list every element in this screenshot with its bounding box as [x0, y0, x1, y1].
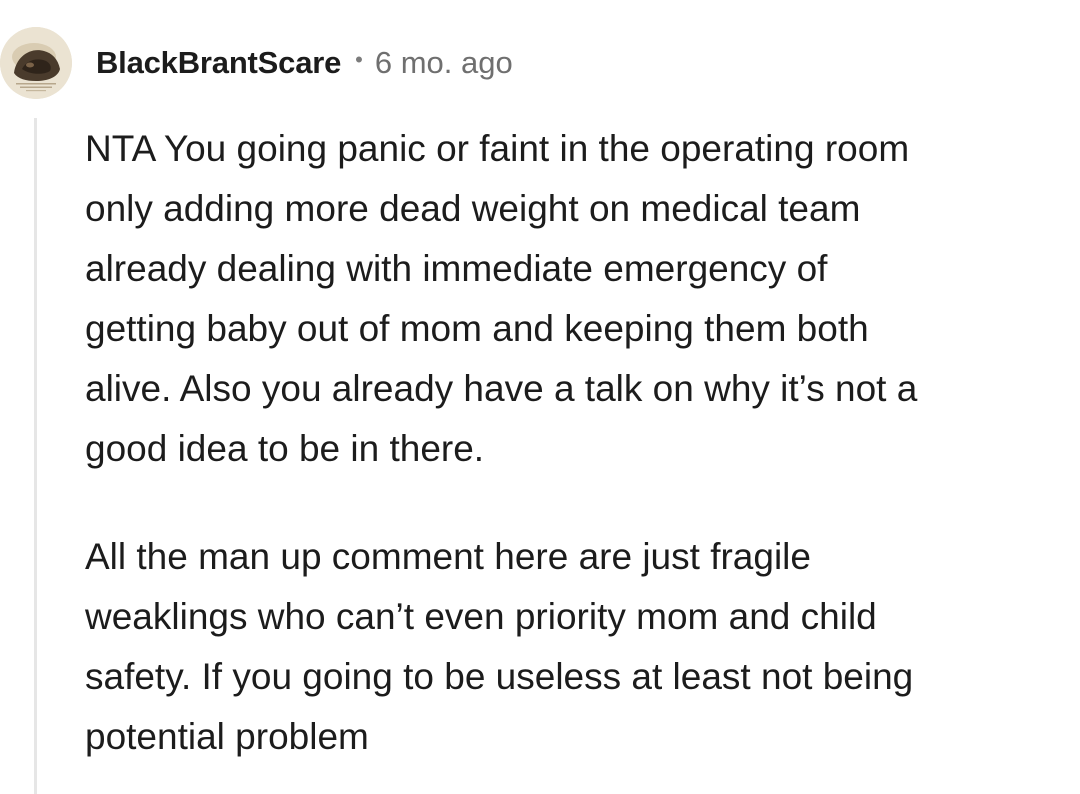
text-line: getting baby out of mom and keeping them… — [85, 308, 869, 349]
user-avatar-icon[interactable] — [0, 27, 72, 99]
text-line: All the man up comment here are just fra… — [85, 536, 811, 577]
comment: BlackBrantScare • 6 mo. ago NTA You goin… — [0, 0, 1080, 794]
comment-header: BlackBrantScare • 6 mo. ago — [96, 40, 513, 86]
comment-paragraph: NTA You going panic or faint in the oper… — [85, 119, 1060, 479]
thread-collapse-line[interactable] — [34, 118, 37, 794]
text-line: safety. If you going to be useless at le… — [85, 656, 914, 697]
text-line: already dealing with immediate emergency… — [85, 248, 828, 289]
text-line: alive. Also you already have a talk on w… — [85, 368, 918, 409]
author-username[interactable]: BlackBrantScare — [96, 45, 341, 81]
comment-timestamp: 6 mo. ago — [374, 45, 513, 80]
separator-dot: • — [355, 47, 363, 72]
comment-body: NTA You going panic or faint in the oper… — [85, 119, 1060, 767]
text-line: weaklings who can’t even priority mom an… — [85, 596, 877, 637]
text-line: potential problem — [85, 716, 369, 757]
text-line: NTA You going panic or faint in the oper… — [85, 128, 910, 169]
text-line: good idea to be in there. — [85, 428, 485, 469]
text-line: only adding more dead weight on medical … — [85, 188, 861, 229]
comment-paragraph: All the man up comment here are just fra… — [85, 527, 1060, 767]
avatar-image — [0, 27, 72, 99]
